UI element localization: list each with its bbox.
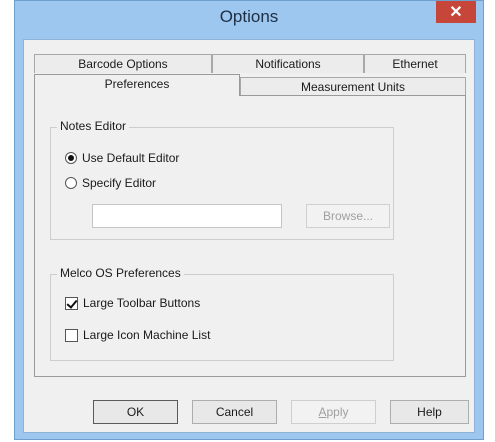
use-default-editor-label: Use Default Editor xyxy=(82,151,180,165)
tab-notifications[interactable]: Notifications xyxy=(212,54,364,73)
tab-label: Preferences xyxy=(104,77,170,91)
notes-editor-group: Notes Editor Use Default Editor Specify … xyxy=(50,119,394,240)
large-toolbar-buttons-checkbox[interactable] xyxy=(65,296,78,310)
cancel-button-label: Cancel xyxy=(215,405,254,419)
specify-editor-label: Specify Editor xyxy=(82,176,157,190)
editor-path-input[interactable] xyxy=(92,204,282,228)
notes-editor-legend: Notes Editor xyxy=(57,119,130,133)
help-button-label: Help xyxy=(417,405,442,419)
tab-ethernet[interactable]: Ethernet xyxy=(364,54,466,73)
tab-label: Ethernet xyxy=(392,57,438,71)
ok-button[interactable]: OK xyxy=(93,400,178,424)
tab-label: Measurement Units xyxy=(300,80,406,94)
tab-measurement-units[interactable]: Measurement Units xyxy=(240,77,466,95)
dialog-title: Options xyxy=(219,7,279,26)
melco-os-preferences-group: Melco OS Preferences Large Toolbar Butto… xyxy=(50,266,394,361)
melco-os-preferences-legend: Melco OS Preferences xyxy=(57,266,184,280)
cancel-button[interactable]: Cancel xyxy=(192,400,277,424)
specify-editor-radio[interactable] xyxy=(65,177,77,189)
apply-button[interactable]: Apply xyxy=(291,400,376,424)
preferences-panel: Notes Editor Use Default Editor Specify … xyxy=(34,95,466,377)
close-button[interactable]: ✕ xyxy=(436,1,476,23)
tab-preferences[interactable]: Preferences xyxy=(34,74,240,96)
help-button[interactable]: Help xyxy=(390,400,469,424)
browse-button-label: Browse... xyxy=(322,209,373,223)
browse-button[interactable]: Browse... xyxy=(306,204,390,228)
large-toolbar-buttons-label: Large Toolbar Buttons xyxy=(83,296,201,310)
large-icon-machine-list-checkbox[interactable] xyxy=(65,328,78,342)
specify-editor-option[interactable]: Specify Editor xyxy=(65,176,156,190)
apply-rest: pply xyxy=(326,405,349,419)
use-default-editor-option[interactable]: Use Default Editor xyxy=(65,151,179,165)
large-icon-machine-list-option[interactable]: Large Icon Machine List xyxy=(65,328,210,342)
use-default-editor-radio[interactable] xyxy=(65,152,77,164)
radio-selected-dot xyxy=(68,155,74,161)
close-icon: ✕ xyxy=(449,4,463,21)
large-toolbar-buttons-option[interactable]: Large Toolbar Buttons xyxy=(65,296,200,310)
tab-label: Barcode Options xyxy=(78,57,168,71)
large-icon-machine-list-label: Large Icon Machine List xyxy=(83,328,211,342)
options-dialog: Options ✕ Barcode Options Notifications … xyxy=(14,0,484,440)
apply-button-label: Apply xyxy=(318,405,348,419)
tab-barcode-options[interactable]: Barcode Options xyxy=(34,54,212,73)
ok-button-label: OK xyxy=(126,405,145,419)
apply-mnemonic: A xyxy=(318,405,327,419)
tab-label: Notifications xyxy=(255,57,321,71)
checkmark-icon xyxy=(66,296,78,309)
dialog-client-area: Barcode Options Notifications Ethernet P… xyxy=(23,39,475,433)
